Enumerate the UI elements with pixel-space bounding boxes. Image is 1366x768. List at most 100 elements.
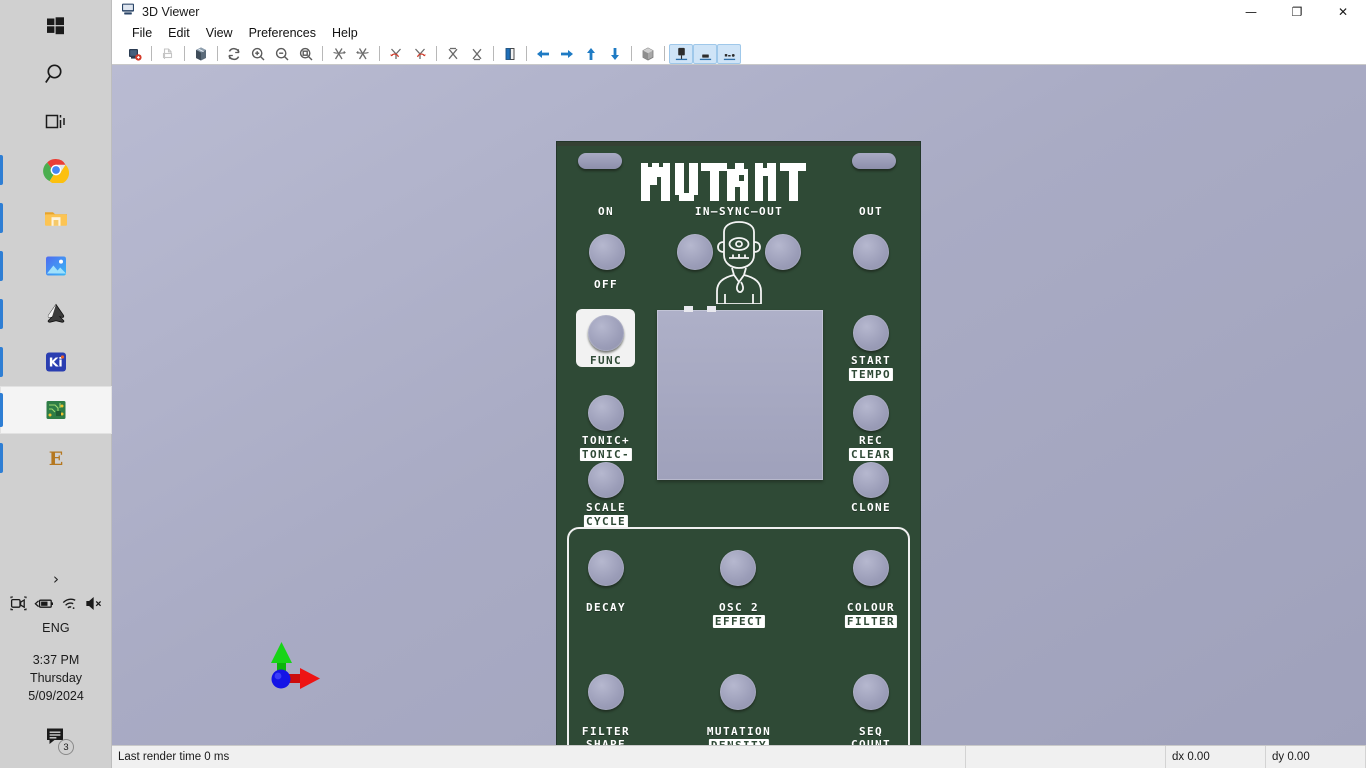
rotate-z-cw-button[interactable] xyxy=(465,44,489,64)
search-icon xyxy=(43,61,69,87)
notifications-button[interactable]: 3 xyxy=(0,711,112,768)
tonic-pad[interactable] xyxy=(588,395,624,431)
windows-logo-icon xyxy=(43,13,69,39)
rotate-y-ccw-button[interactable] xyxy=(384,44,408,64)
minimize-button[interactable]: — xyxy=(1228,0,1274,23)
show-3d-models-other-button[interactable] xyxy=(717,44,741,64)
zoom-in-button[interactable] xyxy=(246,44,270,64)
svg-text:E: E xyxy=(48,448,62,470)
tray-expand-chevron-icon[interactable]: › xyxy=(0,570,112,590)
clock[interactable]: 3:37 PM Thursday 5/09/2024 xyxy=(0,637,112,711)
menu-preferences[interactable]: Preferences xyxy=(241,24,324,42)
move-left-button[interactable] xyxy=(531,44,555,64)
status-middle xyxy=(966,746,1166,768)
move-up-button[interactable] xyxy=(579,44,603,64)
menu-file[interactable]: File xyxy=(124,24,160,42)
chrome-button[interactable] xyxy=(0,146,112,194)
close-button[interactable]: ✕ xyxy=(1320,0,1366,23)
task-view-button[interactable] xyxy=(0,98,112,146)
osc2-knob[interactable] xyxy=(720,550,756,586)
show-3d-models-smd-button[interactable] xyxy=(693,44,717,64)
system-tray: › xyxy=(0,570,112,768)
mutant-cyclops-face-icon xyxy=(703,218,775,304)
taskbar: Ki xyxy=(0,0,112,768)
scale-pad[interactable] xyxy=(588,462,624,498)
mutant-wordmark xyxy=(639,157,839,207)
colour-knob-label: COLOUR xyxy=(847,602,895,614)
osc2-knob-label: OSC 2 xyxy=(719,602,759,614)
status-bar: Last render time 0 ms dx 0.00 dy 0.00 xyxy=(112,745,1366,768)
battery-charging-icon[interactable] xyxy=(34,596,54,611)
inkscape-button[interactable] xyxy=(0,290,112,338)
filter-knob-label: FILTER xyxy=(582,726,630,738)
top-right-slot-pad xyxy=(852,153,896,169)
menu-help[interactable]: Help xyxy=(324,24,366,42)
start-pad[interactable] xyxy=(853,315,889,351)
status-dy: dy 0.00 xyxy=(1266,746,1366,768)
func-pad[interactable] xyxy=(588,315,624,351)
osc2-knob-alt-label: EFFECT xyxy=(713,615,765,628)
maximize-button[interactable]: ❐ xyxy=(1274,0,1320,23)
display-clip-left xyxy=(684,306,693,312)
chrome-icon xyxy=(43,157,69,183)
rotate-y-cw-button[interactable] xyxy=(408,44,432,64)
board-top-edge xyxy=(557,142,920,146)
display-clip-right xyxy=(707,306,716,312)
mutation-knob[interactable] xyxy=(720,674,756,710)
on-off-switch-pad[interactable] xyxy=(589,234,625,270)
rec-pad-alt-label: CLEAR xyxy=(849,448,893,461)
window-controls: — ❐ ✕ xyxy=(1228,0,1366,23)
rotate-x-cw-button[interactable] xyxy=(351,44,375,64)
filter-knob[interactable] xyxy=(588,674,624,710)
3d-viewport[interactable]: ON IN—SYNC—OUT OUT OFF xyxy=(112,65,1366,745)
clock-date: 5/09/2024 xyxy=(0,687,112,705)
top-left-slot-pad xyxy=(578,153,622,169)
filter-knob-alt-label: SHAPE xyxy=(586,739,626,745)
decay-knob[interactable] xyxy=(588,550,624,586)
clock-weekday: Thursday xyxy=(0,669,112,687)
wifi-icon[interactable] xyxy=(61,596,78,611)
flip-board-button[interactable] xyxy=(498,44,522,64)
pcb-3d-viewer-button[interactable] xyxy=(0,386,112,434)
rec-pad[interactable] xyxy=(853,395,889,431)
start-button[interactable] xyxy=(0,2,112,50)
title-bar[interactable]: 3D Viewer — ❐ ✕ xyxy=(112,0,1366,23)
out-jack-pad[interactable] xyxy=(853,234,889,270)
volume-muted-icon[interactable] xyxy=(85,596,103,611)
colour-knob-alt-label: FILTER xyxy=(845,615,897,628)
toggle-orthographic-button[interactable] xyxy=(636,44,660,64)
window-title: 3D Viewer xyxy=(142,5,199,19)
3d-viewer-window: 3D Viewer — ❐ ✕ File Edit View Preferenc… xyxy=(112,0,1366,768)
display-module[interactable] xyxy=(657,310,823,480)
clone-pad[interactable] xyxy=(853,462,889,498)
file-explorer-button[interactable] xyxy=(0,194,112,242)
clone-pad-label: CLONE xyxy=(851,502,891,514)
menu-view[interactable]: View xyxy=(198,24,241,42)
seq-knob[interactable] xyxy=(853,674,889,710)
pcb-board-render[interactable]: ON IN—SYNC—OUT OUT OFF xyxy=(557,142,920,745)
rotate-x-ccw-button[interactable] xyxy=(327,44,351,64)
colour-knob[interactable] xyxy=(853,550,889,586)
scale-pad-label: SCALE xyxy=(586,502,626,514)
menu-edit[interactable]: Edit xyxy=(160,24,198,42)
monitor-icon xyxy=(121,2,135,21)
camera-icon[interactable] xyxy=(10,596,27,611)
reload-board-button[interactable] xyxy=(123,44,147,64)
photos-button[interactable] xyxy=(0,242,112,290)
copy-image-button[interactable] xyxy=(189,44,213,64)
kicad-button[interactable]: Ki xyxy=(0,338,112,386)
refresh-button[interactable] xyxy=(222,44,246,64)
letter-e-icon: E xyxy=(43,445,69,471)
move-down-button[interactable] xyxy=(603,44,627,64)
move-right-button[interactable] xyxy=(555,44,579,64)
search-button[interactable] xyxy=(0,50,112,98)
task-view-icon xyxy=(43,109,69,135)
func-pad-label: FUNC xyxy=(590,355,622,367)
zoom-fit-button[interactable] xyxy=(294,44,318,64)
input-language-indicator[interactable]: ENG xyxy=(0,615,112,637)
folder-icon xyxy=(43,205,69,231)
zoom-out-button[interactable] xyxy=(270,44,294,64)
rotate-z-ccw-button[interactable] xyxy=(441,44,465,64)
eagle-button[interactable]: E xyxy=(0,434,112,482)
show-3d-models-through-hole-button[interactable] xyxy=(669,44,693,64)
